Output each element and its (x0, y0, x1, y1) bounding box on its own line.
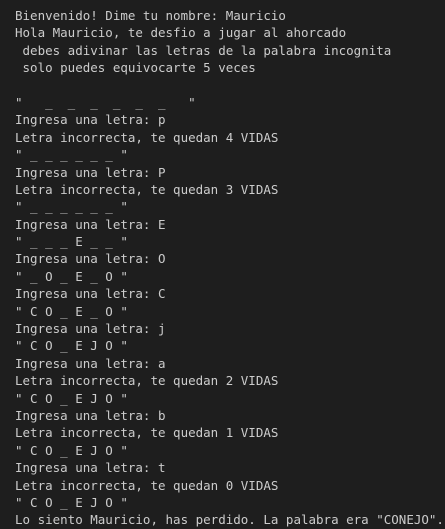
letter-input-line: Ingresa una letra: p (15, 112, 166, 128)
challenge-line: Hola Mauricio, te desfio a jugar al ahor… (15, 25, 347, 41)
terminal-output: Bienvenido! Dime tu nombre: Mauricio Hol… (0, 0, 445, 529)
word-progress-line: " C O _ E _ O " (15, 303, 128, 319)
letter-input-line: Ingresa una letra: t (15, 460, 166, 476)
letter-input-line: Ingresa una letra: P (15, 164, 166, 180)
letter-input-line: Ingresa una letra: b (15, 407, 166, 423)
instructions-line: debes adivinar las letras de la palabra … (15, 42, 392, 58)
word-progress-line: " C O _ E J O " (15, 338, 128, 354)
word-progress-line: " _ _ _ E _ _ " (15, 234, 128, 250)
wrong-letter-message: Letra incorrecta, te quedan 0 VIDAS (15, 477, 279, 493)
letter-input-line: Ingresa una letra: E (15, 216, 166, 232)
word-progress-line: " _ _ _ _ _ _ " (15, 199, 128, 215)
wrong-letter-message: Letra incorrecta, te quedan 4 VIDAS (15, 129, 279, 145)
letter-input-line: Ingresa una letra: a (15, 355, 166, 371)
word-progress-line: " C O _ E J O " (15, 494, 128, 510)
word-progress-line: " _ _ _ _ _ _ " (15, 94, 196, 110)
word-progress-line: " _ _ _ _ _ _ " (15, 147, 128, 163)
word-progress-line: " _ O _ E _ O " (15, 268, 128, 284)
greeting-prompt-line: Bienvenido! Dime tu nombre: Mauricio (15, 8, 286, 23)
word-progress-line: " C O _ E J O " (15, 390, 128, 406)
wrong-letter-message: Letra incorrecta, te quedan 1 VIDAS (15, 425, 279, 441)
lives-rule-line: solo puedes equivocarte 5 veces (15, 60, 256, 76)
wrong-letter-message: Letra incorrecta, te quedan 3 VIDAS (15, 181, 279, 197)
letter-input-line: Ingresa una letra: C (15, 286, 166, 302)
letter-input-line: Ingresa una letra: O (15, 251, 166, 267)
word-progress-line: " C O _ E J O " (15, 442, 128, 458)
game-over-message: Lo siento Mauricio, has perdido. La pala… (15, 512, 444, 528)
letter-input-line: Ingresa una letra: j (15, 321, 166, 337)
wrong-letter-message: Letra incorrecta, te quedan 2 VIDAS (15, 373, 279, 389)
